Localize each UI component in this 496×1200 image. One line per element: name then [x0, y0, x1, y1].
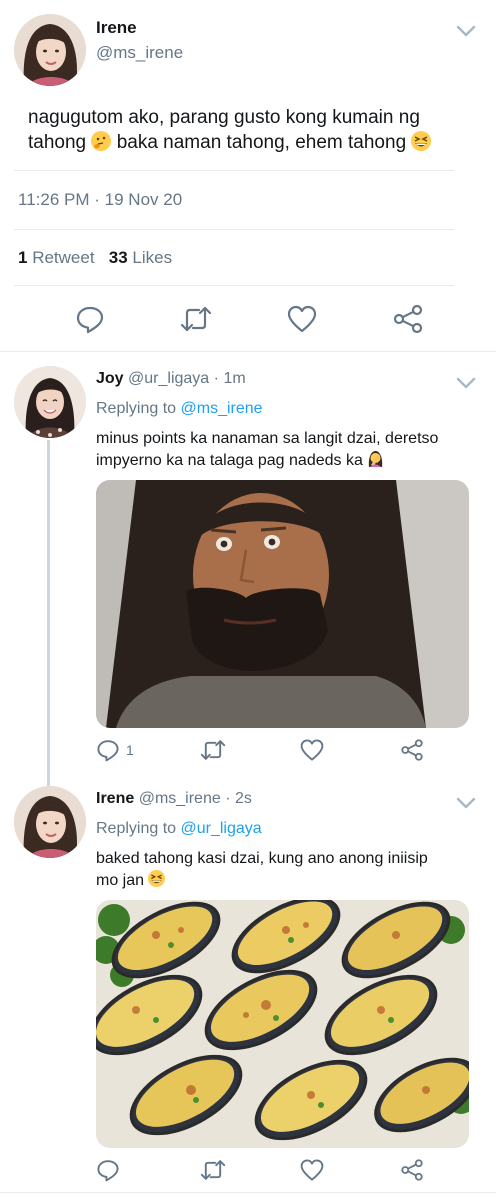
reply-count: 1 — [126, 742, 134, 758]
reply-author-handle[interactable]: @ur_ligaya — [128, 370, 209, 387]
heart-icon — [300, 1159, 324, 1181]
retweet-button[interactable] — [198, 736, 228, 764]
divider — [14, 170, 454, 171]
replying-to: Replying to @ms_irene — [96, 400, 263, 418]
tweet-time: 11:26 PM — [18, 190, 90, 209]
main-tweet-author-handle[interactable]: @ms_irene — [96, 43, 183, 63]
section-divider — [0, 351, 496, 352]
reply-button[interactable] — [96, 1156, 124, 1184]
reply-text: baked tahong kasi dzai, kung ano anong i… — [96, 848, 486, 892]
reply-header: Joy @ur_ligaya · 1m — [96, 370, 246, 388]
reply-icon — [76, 306, 104, 334]
retweet-icon — [200, 740, 226, 760]
retweet-icon — [180, 306, 212, 332]
separator-dot: · — [94, 190, 100, 209]
reply-media-image[interactable] — [96, 900, 469, 1148]
reply-text-line2: mo jan — [96, 872, 145, 889]
replying-to-link[interactable]: @ur_ligaya — [181, 820, 262, 837]
divider — [14, 229, 454, 230]
share-icon — [401, 1159, 423, 1181]
reply-text: minus points ka nanaman sa langit dzai, … — [96, 428, 486, 472]
retweet-icon — [200, 1160, 226, 1180]
divider — [14, 285, 454, 286]
share-icon — [401, 739, 423, 761]
main-tweet-avatar[interactable] — [14, 14, 86, 86]
reply-menu-chevron-icon[interactable] — [456, 796, 476, 815]
replying-to-label: Replying to — [96, 820, 177, 837]
main-tweet-timestamp[interactable]: 11:26 PM · 19 Nov 20 — [18, 190, 182, 210]
reply-text-line1: minus points ka nanaman sa langit dzai, … — [96, 430, 439, 447]
reply-menu-chevron-icon[interactable] — [456, 376, 476, 395]
like-button[interactable] — [298, 736, 326, 764]
main-tweet-text-line1: nagugutom ako, parang gusto kong kumain … — [28, 107, 420, 128]
tweet-date: 19 Nov 20 — [104, 190, 183, 209]
thread-connector-line — [47, 440, 50, 786]
section-divider — [0, 1192, 496, 1193]
retweets-label: Retweet — [32, 248, 95, 267]
reply-time: 2s — [234, 790, 252, 807]
main-tweet-menu-chevron-icon[interactable] — [456, 24, 476, 43]
reply-author-handle[interactable]: @ms_irene — [139, 790, 221, 807]
retweet-button[interactable] — [176, 302, 216, 336]
reply-author-name[interactable]: Irene — [96, 790, 134, 807]
share-icon — [393, 304, 423, 334]
reply-media-image[interactable] — [96, 480, 469, 728]
reply-button[interactable]: 1 — [96, 736, 144, 764]
replying-to-label: Replying to — [96, 400, 177, 417]
grinning-squinting-face-icon — [148, 870, 166, 887]
main-tweet-text-line2b: baka naman tahong, ehem tahong — [116, 132, 407, 153]
reply-avatar[interactable] — [14, 366, 86, 438]
woman-facepalming-icon — [367, 450, 384, 467]
replying-to-link[interactable]: @ms_irene — [181, 400, 263, 417]
reply-icon — [97, 1160, 119, 1182]
grinning-squinting-face-icon — [411, 131, 432, 151]
replying-to: Replying to @ur_ligaya — [96, 820, 262, 838]
share-button[interactable] — [390, 302, 426, 336]
reply-icon — [97, 740, 119, 762]
separator-dot: · — [213, 370, 219, 387]
main-tweet-author-name[interactable]: Irene — [96, 18, 137, 38]
thinking-face-icon — [91, 131, 112, 151]
retweets-count: 1 — [18, 248, 28, 267]
engagement-stats: 1 Retweet 33 Likes — [18, 248, 172, 268]
reply-text-line1: baked tahong kasi dzai, kung ano anong i… — [96, 850, 428, 867]
like-button[interactable] — [298, 1156, 326, 1184]
reply-button[interactable] — [72, 302, 108, 336]
like-button[interactable] — [284, 302, 320, 336]
reply-text-line2: impyerno ka na talaga pag nadeds ka — [96, 452, 363, 469]
share-button[interactable] — [398, 736, 426, 764]
reply-avatar[interactable] — [14, 786, 86, 858]
heart-icon — [287, 305, 317, 333]
heart-icon — [300, 739, 324, 761]
main-tweet-text-line2a: tahong — [28, 132, 87, 153]
reply-time: 1m — [223, 370, 246, 387]
retweet-button[interactable] — [198, 1156, 228, 1184]
reply-header: Irene @ms_irene · 2s — [96, 790, 252, 808]
likes-count: 33 — [108, 248, 128, 267]
share-button[interactable] — [398, 1156, 426, 1184]
likes-stat[interactable]: 33 Likes — [109, 248, 172, 267]
likes-label: Likes — [132, 248, 173, 267]
separator-dot: · — [225, 790, 231, 807]
reply-author-name[interactable]: Joy — [96, 370, 124, 387]
main-tweet-text: nagugutom ako, parang gusto kong kumain … — [28, 105, 488, 155]
retweets-stat[interactable]: 1 Retweet — [18, 248, 95, 267]
